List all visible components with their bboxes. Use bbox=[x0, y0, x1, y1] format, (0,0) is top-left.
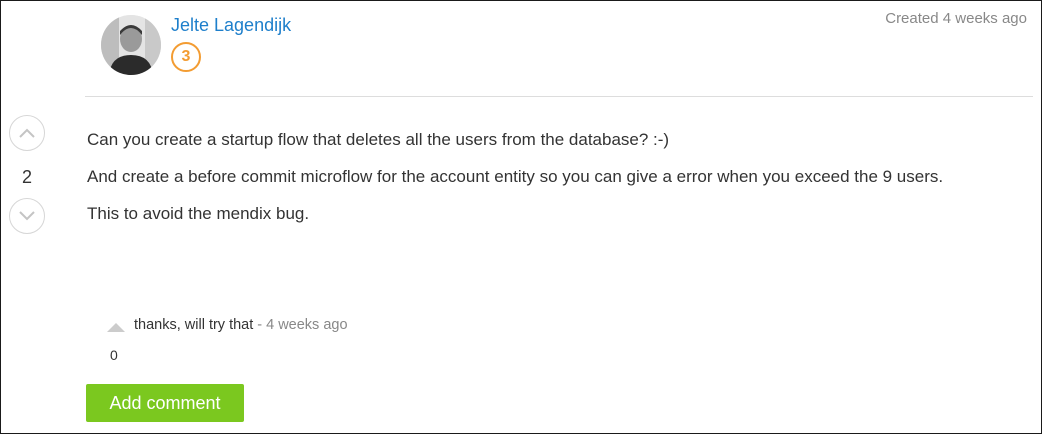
answer-body: Can you create a startup flow that delet… bbox=[87, 126, 987, 237]
add-comment-button[interactable]: Add comment bbox=[86, 384, 244, 422]
comment-timestamp: 4 weeks ago bbox=[266, 317, 348, 333]
vote-count: 2 bbox=[21, 167, 32, 187]
answer-paragraph: Can you create a startup flow that delet… bbox=[87, 130, 670, 149]
created-timestamp: Created 4 weeks ago bbox=[885, 10, 1027, 27]
avatar-photo-icon bbox=[101, 15, 161, 75]
author-name-link[interactable]: Jelte Lagendijk bbox=[171, 15, 291, 36]
answer-paragraph: This to avoid the mendix bug. bbox=[87, 204, 310, 223]
chevron-down-icon bbox=[19, 211, 35, 221]
comment-item: thanks, will try that -4 weeks ago bbox=[134, 317, 348, 333]
comment-separator: - bbox=[257, 317, 263, 333]
answer-paragraph: And create a before commit microflow for… bbox=[87, 167, 944, 186]
reputation-badge: 3 bbox=[171, 42, 201, 72]
comment-text: thanks, will try that bbox=[134, 317, 254, 333]
comment-upvote-icon[interactable] bbox=[107, 323, 125, 332]
downvote-button[interactable] bbox=[9, 198, 45, 234]
avatar[interactable] bbox=[101, 15, 161, 75]
header-divider bbox=[85, 96, 1033, 97]
chevron-up-icon bbox=[19, 128, 35, 138]
comment-vote-count: 0 bbox=[110, 347, 118, 363]
upvote-button[interactable] bbox=[9, 115, 45, 151]
answer-card: Jelte Lagendijk 3 Created 4 weeks ago 2 … bbox=[0, 0, 1042, 434]
